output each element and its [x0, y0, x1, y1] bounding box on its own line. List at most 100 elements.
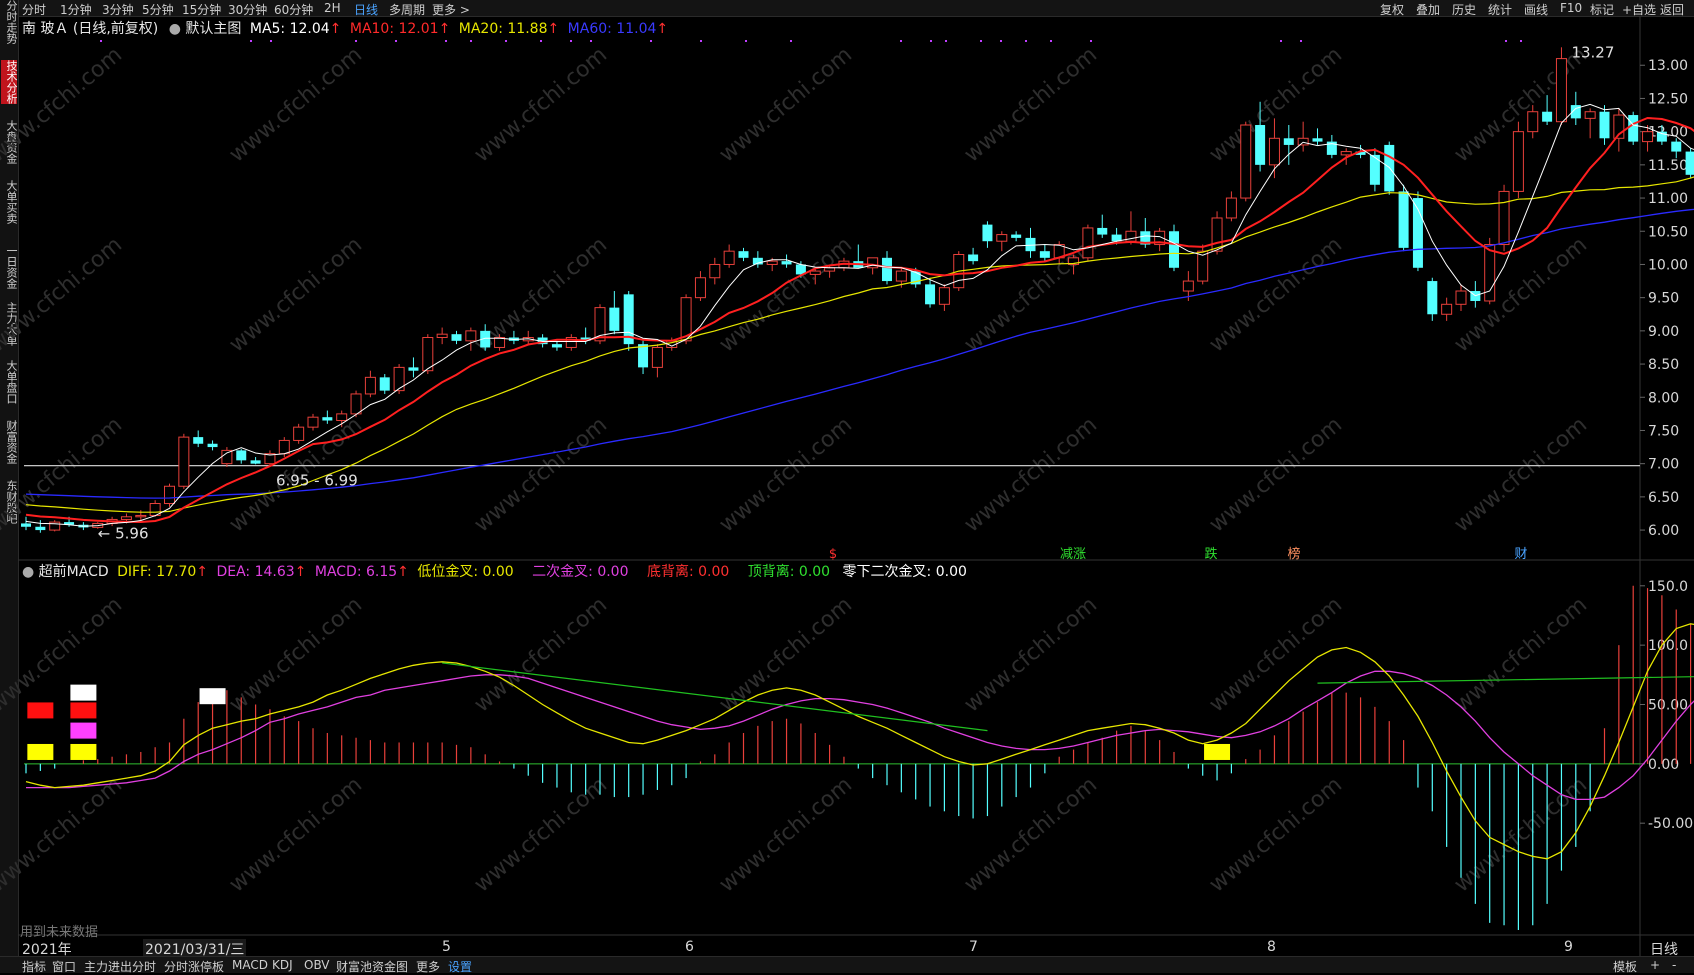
bottom-item-6[interactable]: OBV [304, 958, 330, 972]
signal-dot [1090, 40, 1092, 42]
macd-axis-label: 50.00 [1648, 697, 1688, 713]
signal-block [200, 688, 226, 704]
signal-block [70, 685, 96, 701]
watermark-text: www.cfchi.com [225, 42, 367, 167]
candle [939, 284, 949, 311]
signal-dot [1505, 40, 1507, 42]
chart-canvas[interactable]: www.cfchi.com www.cfchi.com www.cfchi.com w… [0, 0, 1694, 972]
candle [1585, 108, 1595, 138]
bottom-item-1[interactable]: 窗口 [52, 958, 76, 975]
ma60-arrow: ↑ [656, 21, 668, 37]
candle-body [1427, 281, 1437, 314]
candle-body [1456, 291, 1466, 304]
bottom-item-7[interactable]: 财富池资金图 [336, 958, 408, 975]
candle [380, 374, 390, 394]
candle-body [638, 344, 648, 367]
candle-body [1284, 138, 1294, 145]
bottom-item-0[interactable]: 指标 [22, 958, 46, 975]
bottom-item-5[interactable]: KDJ [272, 958, 293, 972]
signal-dot [355, 40, 357, 42]
candle-body [1600, 112, 1610, 139]
watermark-text: www.cfchi.com [470, 42, 612, 167]
candle-body [236, 450, 246, 460]
candle-body [136, 515, 146, 516]
price-axis-label: 10.50 [1648, 224, 1688, 240]
signal-dot [1000, 40, 1002, 42]
candle [1040, 245, 1050, 262]
dea-line [26, 671, 1694, 799]
signal-dot [1025, 40, 1027, 42]
bottom-item-8[interactable]: 更多 [416, 958, 440, 975]
bottom-item-9[interactable]: 设置 [448, 958, 472, 975]
candle [652, 344, 662, 377]
candle-body [452, 334, 462, 341]
candle-body [1399, 191, 1409, 247]
candle-body [165, 486, 175, 503]
watermark-text: www.cfchi.com [470, 772, 612, 897]
candle-body [739, 251, 749, 258]
signal-block [70, 723, 96, 739]
candle [925, 278, 935, 308]
ma20-label: MA20: 11.88 [459, 21, 548, 37]
template-icon[interactable]: ● [169, 21, 181, 37]
candle-body [121, 517, 131, 520]
signal-dot [445, 40, 447, 42]
indicator-icon[interactable]: ● [22, 564, 34, 580]
candle-body [1585, 112, 1595, 119]
bottom-item-4[interactable]: MACD [232, 958, 268, 972]
candle-body [322, 417, 332, 420]
candle [466, 328, 476, 351]
price-axis-label: 7.50 [1648, 423, 1679, 439]
candle [1169, 225, 1179, 271]
event-label: 跌 [1204, 546, 1217, 562]
bottom-item-2[interactable]: 主力进出分时 [84, 958, 156, 975]
indicator-name[interactable]: 超前MACD [39, 564, 109, 580]
candle-body [1528, 112, 1538, 132]
candle-body [1269, 138, 1279, 165]
watermark-text: www.cfchi.com [715, 412, 857, 537]
candle-body [437, 334, 447, 337]
candle [1155, 228, 1165, 251]
watermark-text: www.cfchi.com [0, 772, 127, 897]
signal-dot [470, 40, 472, 42]
candle [222, 447, 232, 467]
ma5-label: MA5: 12.04 [250, 21, 330, 37]
candle [179, 434, 189, 489]
bottom-right-item-1[interactable]: + [1650, 958, 1660, 972]
candle-body [1241, 125, 1251, 198]
candle-body [925, 284, 935, 304]
candle [1686, 148, 1694, 178]
candle [710, 258, 720, 285]
signal-dot [700, 40, 702, 42]
candle [35, 520, 45, 533]
signal-dot [395, 40, 397, 42]
candle [452, 331, 462, 344]
candle [394, 364, 404, 394]
watermark-text: www.cfchi.com [1205, 772, 1347, 897]
bottom-right-item-2[interactable]: - [1672, 958, 1676, 972]
candle [982, 221, 992, 248]
candle [1456, 284, 1466, 311]
watermark-text: www.cfchi.com [1205, 592, 1347, 717]
ma60-label: MA60: 11.04 [568, 21, 657, 37]
candle [365, 371, 375, 398]
candle-body [1298, 138, 1308, 145]
candle [322, 411, 332, 424]
candle-body [968, 254, 978, 261]
candle [50, 520, 60, 531]
bottom-right-item-0[interactable]: 模板 [1613, 958, 1637, 975]
signal-dot [100, 40, 102, 42]
candle [609, 291, 619, 334]
candle [1083, 225, 1093, 262]
signal-dot [980, 40, 982, 42]
watermark-text: www.cfchi.com [225, 592, 367, 717]
watermark-text: www.cfchi.com [715, 772, 857, 897]
bottom-item-3[interactable]: 分时涨停板 [164, 958, 224, 975]
template-label[interactable]: 默认主图 [185, 21, 241, 37]
candle [165, 484, 175, 507]
candle [552, 341, 562, 351]
candle [739, 248, 749, 261]
candle [351, 391, 361, 418]
signal-dot [590, 40, 592, 42]
candle-body [882, 258, 892, 281]
